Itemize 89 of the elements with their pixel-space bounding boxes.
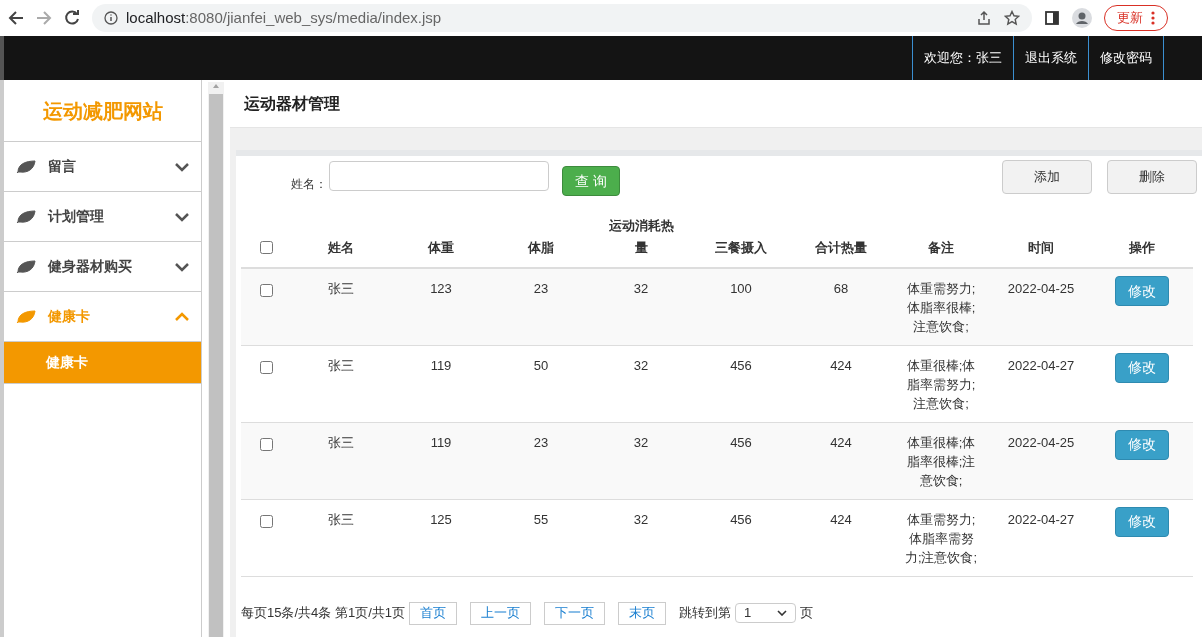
name-input[interactable] <box>329 161 549 191</box>
table-cell-text: 424 <box>830 433 852 452</box>
dropdown-icon <box>777 610 787 616</box>
star-icon[interactable] <box>1004 10 1020 26</box>
table-cell-text: 2022-04-25 <box>1007 433 1075 452</box>
search-button[interactable]: 查 询 <box>562 166 620 196</box>
edit-button[interactable]: 修改 <box>1115 352 1169 383</box>
table-cell-text: 32 <box>633 280 649 298</box>
reload-icon[interactable] <box>64 10 80 26</box>
table-cell-text: 68 <box>833 280 849 298</box>
sidebar-item[interactable]: 计划管理 <box>4 192 201 242</box>
table-cell-text: 张三 <box>328 433 354 452</box>
row-checkbox[interactable] <box>259 514 273 528</box>
page-button[interactable]: 下一页 <box>544 601 605 625</box>
page-title: 运动器材管理 <box>244 93 340 114</box>
table-cell-text: 张三 <box>328 280 354 298</box>
action-button[interactable]: 添加 <box>1002 160 1092 194</box>
column-header: 备注 <box>927 239 955 257</box>
jump-label: 跳转到第 <box>679 604 731 623</box>
leaf-icon <box>16 259 36 274</box>
info-icon <box>104 11 118 25</box>
column-header: 操作 <box>1128 239 1156 257</box>
table-cell-text: 23 <box>533 433 549 452</box>
row-checkbox[interactable] <box>259 437 273 451</box>
table-cell-text: 体重需努力;体脂率需努力;注意饮食; <box>903 510 979 567</box>
page-select[interactable]: 1 <box>735 603 796 623</box>
leaf-icon <box>16 309 36 324</box>
leaf-icon <box>16 159 36 174</box>
site-title: 运动减肥网站 <box>42 98 163 124</box>
jump-suffix: 页 <box>800 604 813 623</box>
edit-button[interactable]: 修改 <box>1115 429 1169 460</box>
pagination-summary: 每页15条/共4条 第1页/共1页 <box>241 604 405 623</box>
table-cell-text: 50 <box>533 356 549 375</box>
chevron-down-icon <box>175 211 189 222</box>
side-panel-icon[interactable] <box>1044 10 1060 26</box>
column-header: 合计热量 <box>814 239 868 257</box>
page-button[interactable]: 首页 <box>409 601 457 625</box>
column-header: 体脂 <box>526 239 555 257</box>
table-cell-text: 456 <box>730 510 752 529</box>
url-text: localhost:8080/jianfei_web_sys/media/index.jsp <box>126 7 443 28</box>
chevron-up-icon <box>175 311 189 322</box>
action-button[interactable]: 删除 <box>1107 160 1197 194</box>
table-cell-text: 119 <box>430 356 452 375</box>
page-button[interactable]: 末页 <box>618 601 666 625</box>
sidebar-item[interactable]: 健身器材购买 <box>4 242 201 292</box>
column-header: 运动消耗热量 <box>607 217 675 257</box>
search-label: 姓名： <box>291 176 327 193</box>
column-header: 三餐摄入 <box>714 239 768 257</box>
table-cell-text: 100 <box>730 280 752 298</box>
table-cell-text: 32 <box>633 433 649 452</box>
table-cell-text: 体重需努力;体脂率很棒;注意饮食; <box>905 280 977 336</box>
leaf-icon <box>16 209 36 224</box>
edit-button[interactable]: 修改 <box>1115 276 1169 306</box>
table-cell-text: 体重很棒;体脂率需努力;注意饮食; <box>905 356 977 413</box>
address-bar[interactable]: localhost:8080/jianfei_web_sys/media/index.jsp <box>92 4 1032 32</box>
sidebar-item[interactable]: 留言 <box>4 142 201 192</box>
table-cell-text: 32 <box>633 510 649 529</box>
column-header: 时间 <box>1027 239 1055 257</box>
table-cell-text: 456 <box>730 433 752 452</box>
table-cell-text: 2022-04-27 <box>1007 356 1075 375</box>
row-checkbox[interactable] <box>259 360 273 374</box>
column-header: 姓名 <box>327 239 355 257</box>
chevron-down-icon <box>175 261 189 272</box>
back-icon[interactable] <box>8 10 24 26</box>
forward-icon[interactable] <box>36 10 52 26</box>
table-cell-text: 456 <box>730 356 752 375</box>
table-cell-text: 424 <box>830 356 852 375</box>
page-button[interactable]: 上一页 <box>470 601 531 625</box>
share-icon[interactable] <box>976 10 992 26</box>
column-header: 体重 <box>426 239 455 257</box>
table-cell-text: 23 <box>533 280 549 298</box>
table-cell-text: 张三 <box>328 510 354 529</box>
table-cell-text: 125 <box>430 510 452 529</box>
more-icon <box>1151 11 1155 25</box>
table-cell-text: 55 <box>533 510 549 529</box>
chevron-down-icon <box>175 161 189 172</box>
table-cell-text: 张三 <box>328 356 354 375</box>
table-cell-text: 424 <box>830 510 852 529</box>
profile-icon[interactable] <box>1072 8 1092 28</box>
row-checkbox[interactable] <box>259 284 273 297</box>
scrollbar[interactable] <box>208 82 224 637</box>
table-cell-text: 32 <box>633 356 649 375</box>
select-all-checkbox[interactable] <box>259 240 273 254</box>
table-cell-text: 体重很棒;体脂率很棒;注意饮食; <box>905 433 977 490</box>
edit-button[interactable]: 修改 <box>1115 506 1169 537</box>
table-cell-text: 119 <box>430 433 452 452</box>
table-cell-text: 2022-04-25 <box>1007 280 1075 298</box>
table-cell-text: 123 <box>430 280 452 298</box>
table-cell-text: 2022-04-27 <box>1007 510 1075 529</box>
